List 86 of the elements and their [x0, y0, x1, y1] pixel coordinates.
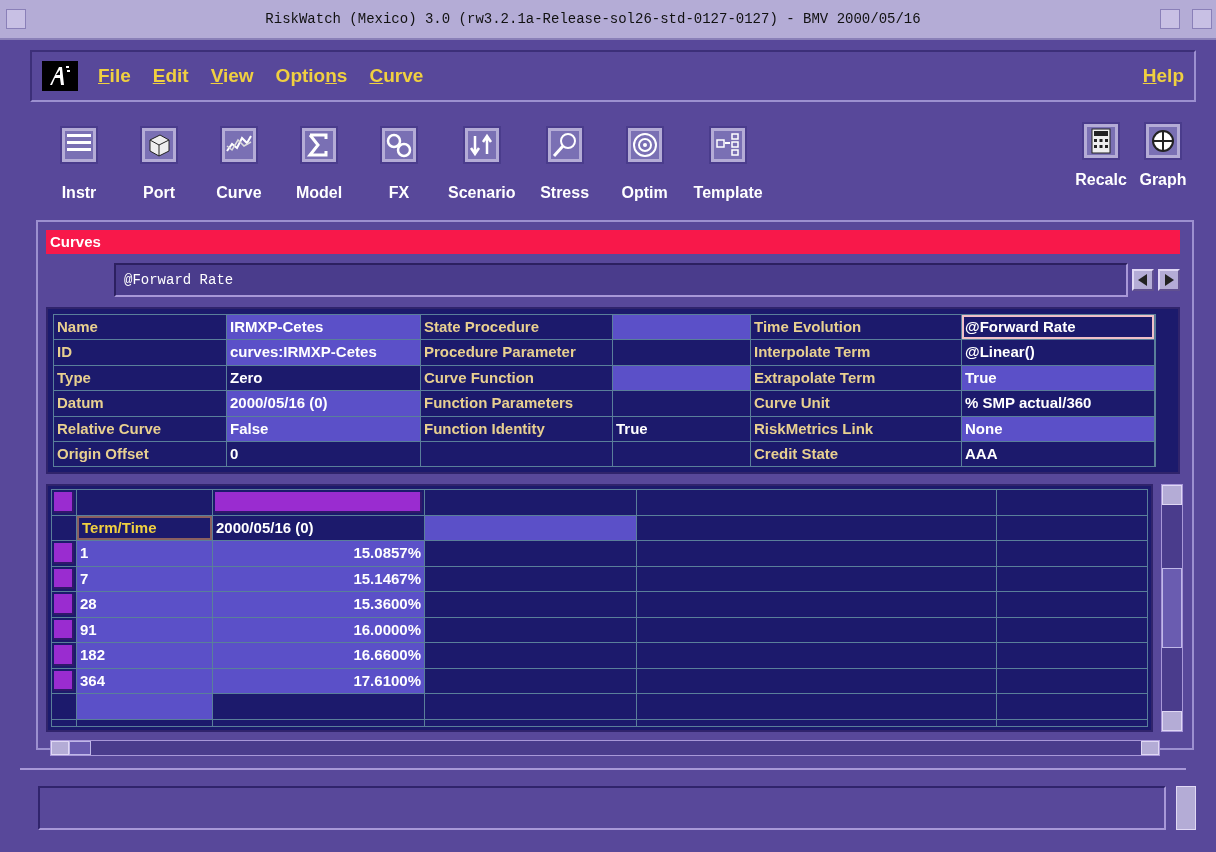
property-label: Curve Function [421, 365, 612, 391]
toolbar-button[interactable]: Instr [48, 122, 110, 220]
property-value[interactable] [613, 441, 750, 467]
table-cell[interactable]: 15.0857% [213, 541, 424, 566]
line-chart-icon [220, 126, 258, 164]
property-value[interactable]: @Linear() [962, 340, 1154, 365]
table-cell[interactable]: 364 [77, 668, 212, 694]
menu-item[interactable]: View [210, 61, 254, 91]
property-label: Time Evolution [751, 315, 961, 340]
table-cell[interactable]: 17.6100% [213, 668, 424, 694]
toolbar-button[interactable]: Optim [613, 122, 676, 220]
property-value[interactable]: 0 [227, 441, 420, 467]
property-label: Curve Unit [751, 391, 961, 416]
menu-item[interactable]: File [98, 61, 131, 91]
toolbar-button[interactable]: Template [693, 122, 763, 220]
property-value[interactable]: AAA [962, 441, 1154, 467]
property-value[interactable]: 2000/05/16 (0) [227, 391, 420, 416]
calculator-icon [1082, 122, 1120, 160]
property-label: Interpolate Term [751, 340, 961, 365]
toolbar-button[interactable]: Port [128, 122, 190, 220]
property-value[interactable]: True [613, 416, 750, 441]
property-value[interactable]: False [227, 416, 420, 441]
logo-icon [42, 61, 78, 91]
property-label: Datum [54, 391, 226, 416]
property-label: Name [54, 315, 226, 340]
table-cell[interactable]: 15.1467% [213, 566, 424, 592]
up-down-arrows-icon [462, 126, 501, 164]
property-label: Origin Offset [54, 441, 226, 467]
property-value[interactable]: None [962, 416, 1154, 441]
toolbar-button[interactable]: Stress [533, 122, 596, 220]
property-value[interactable]: IRMXP-Cetes [227, 315, 420, 340]
toolbar-button[interactable]: Scenario [448, 122, 516, 220]
property-label: ID [54, 340, 226, 365]
toolbar-button[interactable]: FX [368, 122, 430, 220]
property-value[interactable]: Zero [227, 365, 420, 391]
window-title: RiskWatch (Mexico) 3.0 (rw3.2.1a-Release-sol26-std-0127-0127) - BMV 2000/05/16 [264, 9, 922, 29]
property-label: RiskMetrics Link [751, 416, 961, 441]
property-label: Relative Curve [54, 416, 226, 441]
curve-field[interactable]: @Forward Rate [114, 263, 1128, 297]
section-title: Curves [46, 230, 1180, 254]
table-cell[interactable]: 91 [77, 617, 212, 643]
vertical-scrollbar[interactable] [1161, 484, 1183, 733]
property-label: Procedure Parameter [421, 340, 612, 365]
table-cell[interactable]: 16.6600% [213, 643, 424, 668]
template-icon [709, 126, 748, 164]
table-cell[interactable]: 28 [77, 592, 212, 617]
property-value[interactable]: @Forward Rate [962, 315, 1154, 340]
menu-item[interactable]: Help [1142, 61, 1184, 91]
property-label: Extrapolate Term [751, 365, 961, 391]
coins-icon [380, 126, 418, 164]
property-label: Function Parameters [421, 391, 612, 416]
message-field[interactable] [38, 786, 1166, 830]
property-value[interactable]: True [962, 365, 1154, 391]
menu-item[interactable]: Curve [369, 61, 424, 91]
column-header[interactable]: 2000/05/16 (0) [213, 515, 424, 541]
property-value[interactable]: % SMP actual/360 [962, 391, 1154, 416]
pie-chart-icon [1144, 122, 1182, 160]
table-cell[interactable]: 16.0000% [213, 617, 424, 643]
column-header[interactable]: Term/Time [77, 515, 212, 541]
property-label: State Procedure [421, 315, 612, 340]
menu-item[interactable]: Options [275, 61, 348, 91]
table-cell[interactable]: 15.3600% [213, 592, 424, 617]
window-menu-button[interactable] [6, 9, 26, 29]
horizontal-scrollbar[interactable] [50, 740, 1160, 757]
toolbar-button[interactable]: Recalc [1072, 122, 1130, 220]
sum-icon [300, 126, 338, 164]
spin-button[interactable] [1176, 786, 1196, 830]
table-cell[interactable]: 1 [77, 541, 212, 566]
table-cell[interactable]: 182 [77, 643, 212, 668]
table-cell[interactable]: 7 [77, 566, 212, 592]
property-value[interactable]: curves:IRMXP-Cetes [227, 340, 420, 365]
ticker-icon [60, 126, 98, 164]
toolbar-button[interactable]: Model [288, 122, 350, 220]
magnifier-icon [545, 126, 584, 164]
property-label: Credit State [751, 441, 961, 467]
property-label: Type [54, 365, 226, 391]
property-label: Function Identity [421, 416, 612, 441]
next-button[interactable] [1158, 269, 1180, 291]
toolbar-button[interactable]: Curve [208, 122, 270, 220]
menu-item[interactable]: Edit [152, 61, 189, 91]
maximize-button[interactable] [1192, 9, 1212, 29]
previous-button[interactable] [1132, 269, 1154, 291]
cube-icon [140, 126, 178, 164]
target-icon [625, 126, 664, 164]
minimize-button[interactable] [1160, 9, 1180, 29]
toolbar-button[interactable]: Graph [1134, 122, 1192, 220]
